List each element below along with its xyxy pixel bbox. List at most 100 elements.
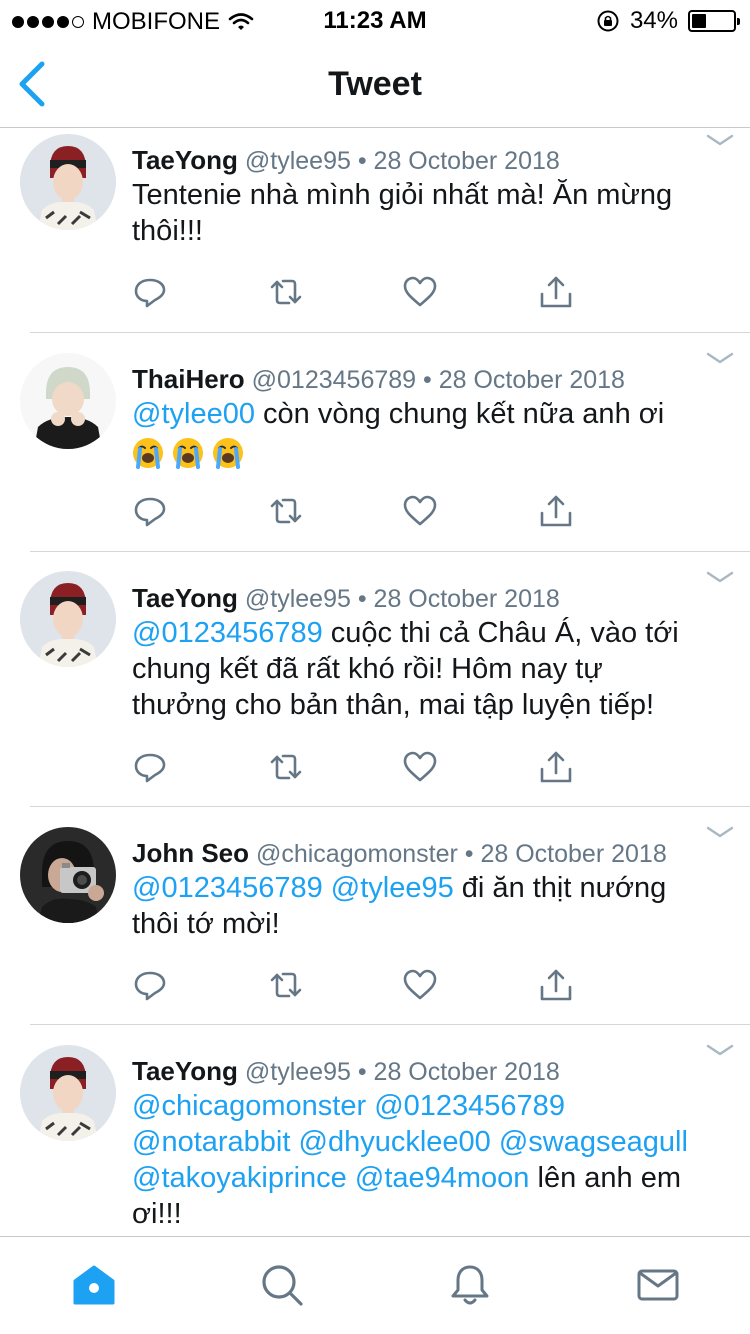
tweet-text: @0123456789 @tylee95 đi ăn thịt nướng th…: [132, 870, 722, 942]
tweet-text-fragment: còn vòng chung kết nữa anh ơi: [254, 398, 665, 430]
avatar[interactable]: [20, 1045, 116, 1141]
tweet-actions: [132, 967, 592, 1007]
tweet-actions: [132, 749, 592, 789]
mention-link[interactable]: @0123456789: [374, 1090, 565, 1122]
battery-level: [692, 14, 706, 28]
user-handle[interactable]: @chicagomonster: [256, 840, 458, 868]
tab-bar: [0, 1236, 750, 1334]
share-icon[interactable]: [538, 967, 574, 1003]
tweet-text-line: thưởng cho bản thân, mai tập luyện tiếp!: [132, 689, 655, 721]
messages-icon[interactable]: [636, 1263, 680, 1307]
tweet-text-line: @0123456789 cuộc thi cả Châu Á, vào tới: [132, 615, 722, 651]
tweet-text: @tylee00 còn vòng chung kết nữa anh ơi: [132, 396, 722, 472]
tweet-date: • 28 October 2018: [464, 840, 667, 868]
tweet-header: John Seo @chicagomonster • 28 October 20…: [132, 838, 667, 869]
tweet-item[interactable]: John Seo @chicagomonster • 28 October 20…: [0, 807, 750, 1025]
tweet-actions: [132, 493, 592, 533]
avatar[interactable]: [20, 134, 116, 230]
loudly-crying-face-icon: [212, 437, 244, 469]
battery-percent: 34%: [629, 7, 678, 34]
tweet-text-line: thôi!!!: [132, 215, 203, 247]
like-icon[interactable]: [402, 749, 438, 785]
tweet-item[interactable]: TaeYong @tylee95 • 28 October 2018 @chic…: [0, 1025, 750, 1235]
share-icon[interactable]: [538, 274, 574, 310]
tweet-text-line: @tylee00 còn vòng chung kết nữa anh ơi: [132, 396, 722, 432]
mention-link[interactable]: @takoyakiprince: [132, 1162, 347, 1194]
tweet-text-line: thôi tớ mời!: [132, 908, 280, 940]
tweet-text: @chicagomonster @0123456789 @notarabbit …: [132, 1088, 722, 1232]
retweet-icon[interactable]: [268, 967, 304, 1003]
user-name[interactable]: TaeYong: [132, 145, 238, 175]
avatar[interactable]: [20, 353, 116, 449]
page-title: Tweet: [328, 65, 422, 103]
tweet-header: TaeYong @tylee95 • 28 October 2018: [132, 145, 560, 176]
notifications-icon[interactable]: [448, 1263, 492, 1307]
tweet-item[interactable]: TaeYong @tylee95 • 28 October 2018 Tente…: [0, 129, 750, 333]
user-name[interactable]: TaeYong: [132, 583, 238, 613]
mention-link[interactable]: @notarabbit: [132, 1126, 290, 1158]
navigation-bar: Tweet: [0, 40, 750, 128]
like-icon[interactable]: [402, 967, 438, 1003]
chevron-down-icon[interactable]: [706, 351, 734, 367]
loudly-crying-face-icon: [132, 437, 164, 469]
status-right: 34%: [596, 7, 740, 35]
reply-icon[interactable]: [132, 274, 168, 310]
mention-link[interactable]: @dhyucklee00: [299, 1126, 491, 1158]
retweet-icon[interactable]: [268, 274, 304, 310]
tweet-text: Tentenie nhà mình giỏi nhất mà! Ăn mừng …: [132, 177, 722, 249]
battery-icon: [688, 10, 740, 32]
mention-link[interactable]: @tylee00: [132, 398, 255, 430]
share-icon[interactable]: [538, 749, 574, 785]
tweet-text-line: Tentenie nhà mình giỏi nhất mà! Ăn mừng: [132, 179, 673, 211]
chevron-down-icon[interactable]: [706, 1043, 734, 1059]
user-name[interactable]: ThaiHero: [132, 364, 245, 394]
retweet-icon[interactable]: [268, 749, 304, 785]
tweet-date: • 28 October 2018: [357, 585, 560, 613]
like-icon[interactable]: [402, 493, 438, 529]
user-name[interactable]: John Seo: [132, 838, 249, 868]
chevron-down-icon[interactable]: [706, 570, 734, 586]
avatar[interactable]: [20, 827, 116, 923]
chevron-down-icon[interactable]: [706, 825, 734, 841]
user-name[interactable]: TaeYong: [132, 1056, 238, 1086]
reply-icon[interactable]: [132, 749, 168, 785]
tweet-header: TaeYong @tylee95 • 28 October 2018: [132, 1056, 560, 1087]
reply-icon[interactable]: [132, 493, 168, 529]
user-handle[interactable]: @tylee95: [245, 1058, 351, 1086]
search-icon[interactable]: [260, 1263, 304, 1307]
user-handle[interactable]: @tylee95: [245, 585, 351, 613]
tweet-header: TaeYong @tylee95 • 28 October 2018: [132, 583, 560, 614]
tweet-item[interactable]: ThaiHero @0123456789 • 28 October 2018 @…: [0, 333, 750, 552]
user-handle[interactable]: @0123456789: [252, 366, 416, 394]
tweet-date: • 28 October 2018: [423, 366, 625, 394]
tweet-text: @0123456789 cuộc thi cả Châu Á, vào tới …: [132, 615, 722, 723]
like-icon[interactable]: [402, 274, 438, 310]
mention-link[interactable]: @chicagomonster: [132, 1090, 366, 1122]
mention-link[interactable]: @tae94moon: [355, 1162, 530, 1194]
tweet-date: • 28 October 2018: [357, 147, 560, 175]
emoji-row: [132, 436, 722, 472]
tweet-text-line: @takoyakiprince @tae94moon lên anh em: [132, 1160, 722, 1196]
loudly-crying-face-icon: [172, 437, 204, 469]
tweet-item[interactable]: TaeYong @tylee95 • 28 October 2018 @0123…: [0, 552, 750, 807]
tweet-thread[interactable]: TaeYong @tylee95 • 28 October 2018 Tente…: [0, 129, 750, 1235]
chevron-down-icon[interactable]: [706, 133, 734, 149]
mention-link[interactable]: @0123456789: [132, 872, 323, 904]
retweet-icon[interactable]: [268, 493, 304, 529]
share-icon[interactable]: [538, 493, 574, 529]
mention-link[interactable]: @tylee95: [331, 872, 454, 904]
tweet-text-fragment: cuộc thi cả Châu Á, vào tới: [322, 617, 679, 649]
reply-icon[interactable]: [132, 967, 168, 1003]
tweet-actions: [132, 274, 592, 314]
mention-link[interactable]: @0123456789: [132, 617, 323, 649]
home-icon[interactable]: [72, 1263, 116, 1307]
avatar[interactable]: [20, 571, 116, 667]
orientation-lock-icon: [597, 10, 619, 32]
status-bar: MOBIFONE 11:23 AM 34%: [0, 0, 750, 40]
tweet-text-line: chung kết đã rất khó rồi! Hôm nay tự: [132, 653, 603, 685]
tweet-text-fragment: đi ăn thịt nướng: [453, 872, 667, 904]
mention-link[interactable]: @swagseagull: [499, 1126, 688, 1158]
user-handle[interactable]: @tylee95: [245, 147, 351, 175]
tweet-date: • 28 October 2018: [357, 1058, 560, 1086]
tweet-text-line: @0123456789 @tylee95 đi ăn thịt nướng: [132, 870, 722, 906]
